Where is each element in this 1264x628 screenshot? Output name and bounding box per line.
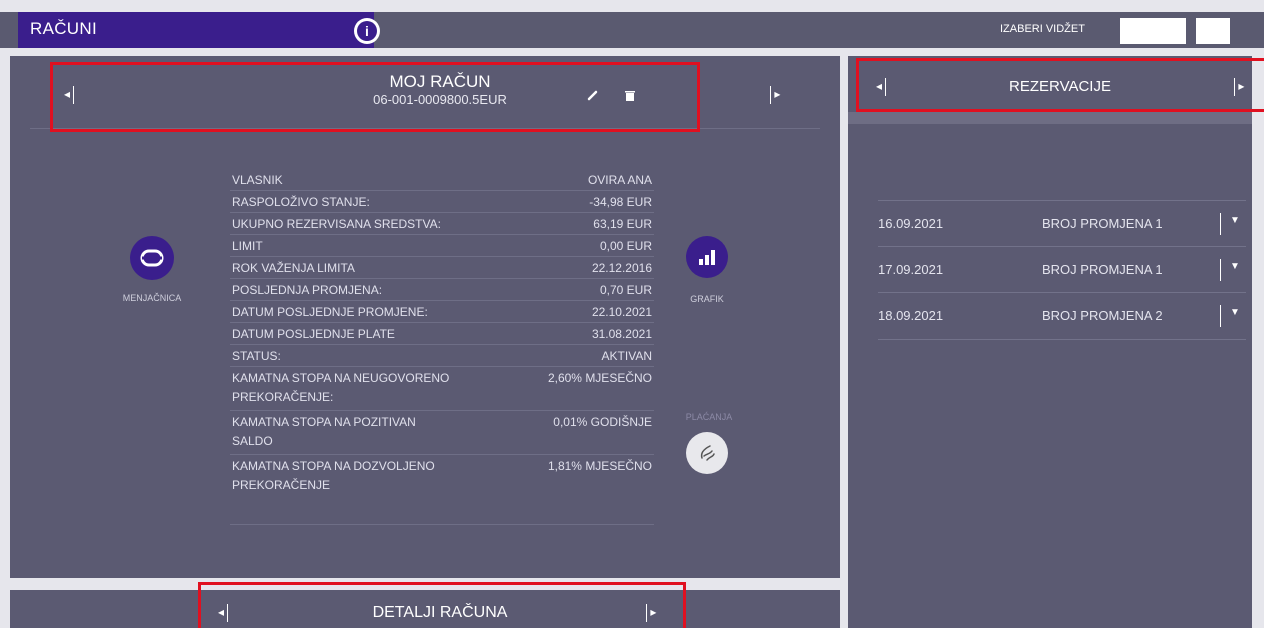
reservations-panel [848, 56, 1252, 628]
detail-row: RASPOLOŽIVO STANJE: -34,98 EUR [230, 190, 654, 213]
chart-label: GRAFIK [690, 294, 724, 304]
expand-caret-icon[interactable]: ▼ [1230, 261, 1240, 272]
reservations-header-strip [848, 112, 1252, 124]
reservation-date: 18.09.2021 [878, 308, 944, 323]
widget-toggle[interactable] [1196, 18, 1230, 44]
page-title: RAČUNI [30, 19, 97, 38]
exchange-icon [140, 249, 164, 267]
reservation-description: BROJ PROMJENA 1 [1042, 262, 1163, 277]
detail-label: LIMIT [232, 239, 263, 253]
expand-caret-icon[interactable]: ▼ [1230, 215, 1240, 226]
detail-label: KAMATNA STOPA NA DOZVOLJENO PREKORAČENJE [232, 459, 435, 492]
reservation-row: 18.09.2021 BROJ PROMJENA 2 ▼ [878, 292, 1246, 340]
detail-row: VLASNIK OVIRA ANA [230, 168, 654, 191]
payments-button[interactable] [686, 432, 728, 474]
detail-label: DATUM POSLJEDNJE PROMJENE: [232, 305, 428, 319]
payments-label: PLAĆANJA [685, 412, 733, 422]
reservation-description: BROJ PROMJENA 1 [1042, 216, 1163, 231]
account-details-highlight [198, 582, 686, 628]
detail-row: KAMATNA STOPA NA DOZVOLJENO PREKORAČENJE … [230, 454, 654, 525]
detail-row: DATUM POSLJEDNJE PROMJENE: 22.10.2021 [230, 300, 654, 323]
detail-label: KAMATNA STOPA NA NEUGOVORENO PREKORAČENJE… [232, 371, 450, 404]
detail-label: DATUM POSLJEDNJE PLATE [232, 327, 395, 341]
detail-row: POSLJEDNJA PROMJENA: 0,70 EUR [230, 278, 654, 301]
signature-hand-icon [700, 445, 715, 461]
detail-value: 0,01% GODIŠNJE [553, 415, 652, 429]
detail-row: KAMATNA STOPA NA NEUGOVORENO PREKORAČENJE… [230, 366, 654, 411]
detail-value: 31.08.2021 [591, 327, 652, 341]
detail-label: STATUS: [232, 349, 281, 363]
next-account-button[interactable]: ▸ [770, 86, 780, 104]
detail-value: 2,60% MJESEČNO [547, 371, 652, 385]
detail-row: UKUPNO REZERVISANA SREDSTVA: 63,19 EUR [230, 212, 654, 235]
bar-chart-icon [699, 250, 715, 265]
reservation-row: 16.09.2021 BROJ PROMJENA 1 ▼ [878, 200, 1246, 247]
detail-value: -34,98 EUR [589, 195, 652, 209]
reservation-date: 16.09.2021 [878, 216, 944, 231]
detail-value: 0,70 EUR [599, 283, 652, 297]
detail-label: RASPOLOŽIVO STANJE: [232, 195, 370, 209]
detail-value: 63,19 EUR [593, 217, 652, 231]
detail-row: ROK VAŽENJA LIMITA 22.12.2016 [230, 256, 654, 279]
info-button[interactable]: i [354, 18, 380, 44]
info-icon: i [357, 21, 377, 41]
widget-select[interactable] [1120, 18, 1186, 44]
detail-label: ROK VAŽENJA LIMITA [232, 261, 355, 275]
detail-value: OVIRA ANA [587, 173, 652, 187]
detail-row: STATUS: AKTIVAN [230, 344, 654, 367]
detail-label: VLASNIK [232, 173, 283, 187]
exchange-button[interactable] [130, 236, 174, 280]
detail-row: DATUM POSLJEDNJE PLATE 31.08.2021 [230, 322, 654, 345]
detail-value: 22.12.2016 [591, 261, 652, 275]
detail-value: 1,81% MJESEČNO [547, 459, 652, 473]
reservations-header-highlight [856, 58, 1264, 112]
choose-widget-label: IZABERI VIDŽET [1000, 23, 1085, 35]
reservation-description: BROJ PROMJENA 2 [1042, 308, 1163, 323]
detail-value: AKTIVAN [601, 349, 652, 363]
detail-label: KAMATNA STOPA NA POZITIVAN SALDO [232, 415, 416, 448]
detail-value: 0,00 EUR [599, 239, 652, 253]
reservation-row: 17.09.2021 BROJ PROMJENA 1 ▼ [878, 246, 1246, 293]
exchange-label: MENJAČNICA [122, 293, 182, 303]
chart-button[interactable] [686, 236, 728, 278]
caret-right-icon: ▸ [774, 87, 781, 102]
detail-row: KAMATNA STOPA NA POZITIVAN SALDO 0,01% GO… [230, 410, 654, 455]
detail-label: UKUPNO REZERVISANA SREDSTVA: [232, 217, 441, 231]
detail-label: POSLJEDNJA PROMJENA: [232, 283, 383, 297]
detail-value: 22.10.2021 [591, 305, 652, 319]
reservation-date: 17.09.2021 [878, 262, 944, 277]
detail-row: LIMIT 0,00 EUR [230, 234, 654, 257]
expand-caret-icon[interactable]: ▼ [1230, 307, 1240, 318]
account-header-highlight [50, 62, 700, 132]
